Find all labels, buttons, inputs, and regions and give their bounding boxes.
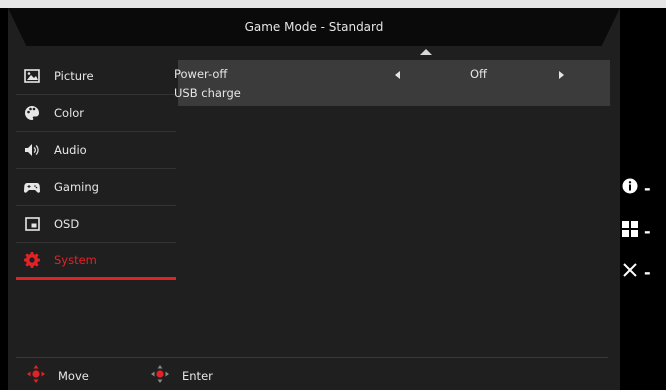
info-key-dash: - [644,178,651,198]
info-icon [622,178,638,198]
sidebar-item-label: Picture [54,69,94,83]
sidebar-item-label: Audio [54,143,87,157]
menu-key[interactable]: - [622,221,651,241]
picture-icon [24,68,40,84]
sidebar-item-label: Color [54,106,85,120]
dpad-move-icon [26,364,46,387]
sidebar-item-label: Gaming [54,180,99,194]
sidebar-item-osd[interactable]: OSD [16,206,176,243]
footer-move: Move [26,364,89,387]
sidebar-item-label: System [54,253,97,267]
sidebar-item-picture[interactable]: Picture [16,58,176,95]
speaker-icon [24,142,40,158]
scroll-up-arrow[interactable] [420,49,432,55]
sidebar-item-gaming[interactable]: Gaming [16,169,176,206]
value-right-arrow[interactable] [559,71,564,79]
sidebar: Picture Color Audio Gaming OSD System [16,58,176,280]
power-off-label: Power-off [174,67,228,81]
footer-enter: Enter [150,364,213,387]
close-key[interactable]: - [622,262,651,282]
grid-icon [622,221,638,241]
usb-charge-label[interactable]: USB charge [174,86,241,100]
sidebar-item-audio[interactable]: Audio [16,132,176,169]
info-key[interactable]: - [622,178,651,198]
selected-setting-row[interactable] [178,60,610,106]
page-title: Game Mode - Standard [244,20,384,34]
dpad-enter-icon [150,364,170,387]
power-off-value[interactable]: Off [470,67,487,81]
osd-icon [24,216,40,232]
close-icon [622,262,638,282]
footer-move-label: Move [58,368,89,383]
value-left-arrow[interactable] [395,71,400,79]
top-bar [0,0,666,8]
sidebar-item-system[interactable]: System [16,243,176,280]
gear-icon [24,252,40,268]
footer-enter-label: Enter [182,368,213,383]
sidebar-item-color[interactable]: Color [16,95,176,132]
footer-divider [16,357,608,358]
sidebar-item-label: OSD [54,217,80,231]
palette-icon [24,105,40,121]
close-key-dash: - [644,262,651,282]
gamepad-icon [24,179,40,195]
menu-key-dash: - [644,221,651,241]
